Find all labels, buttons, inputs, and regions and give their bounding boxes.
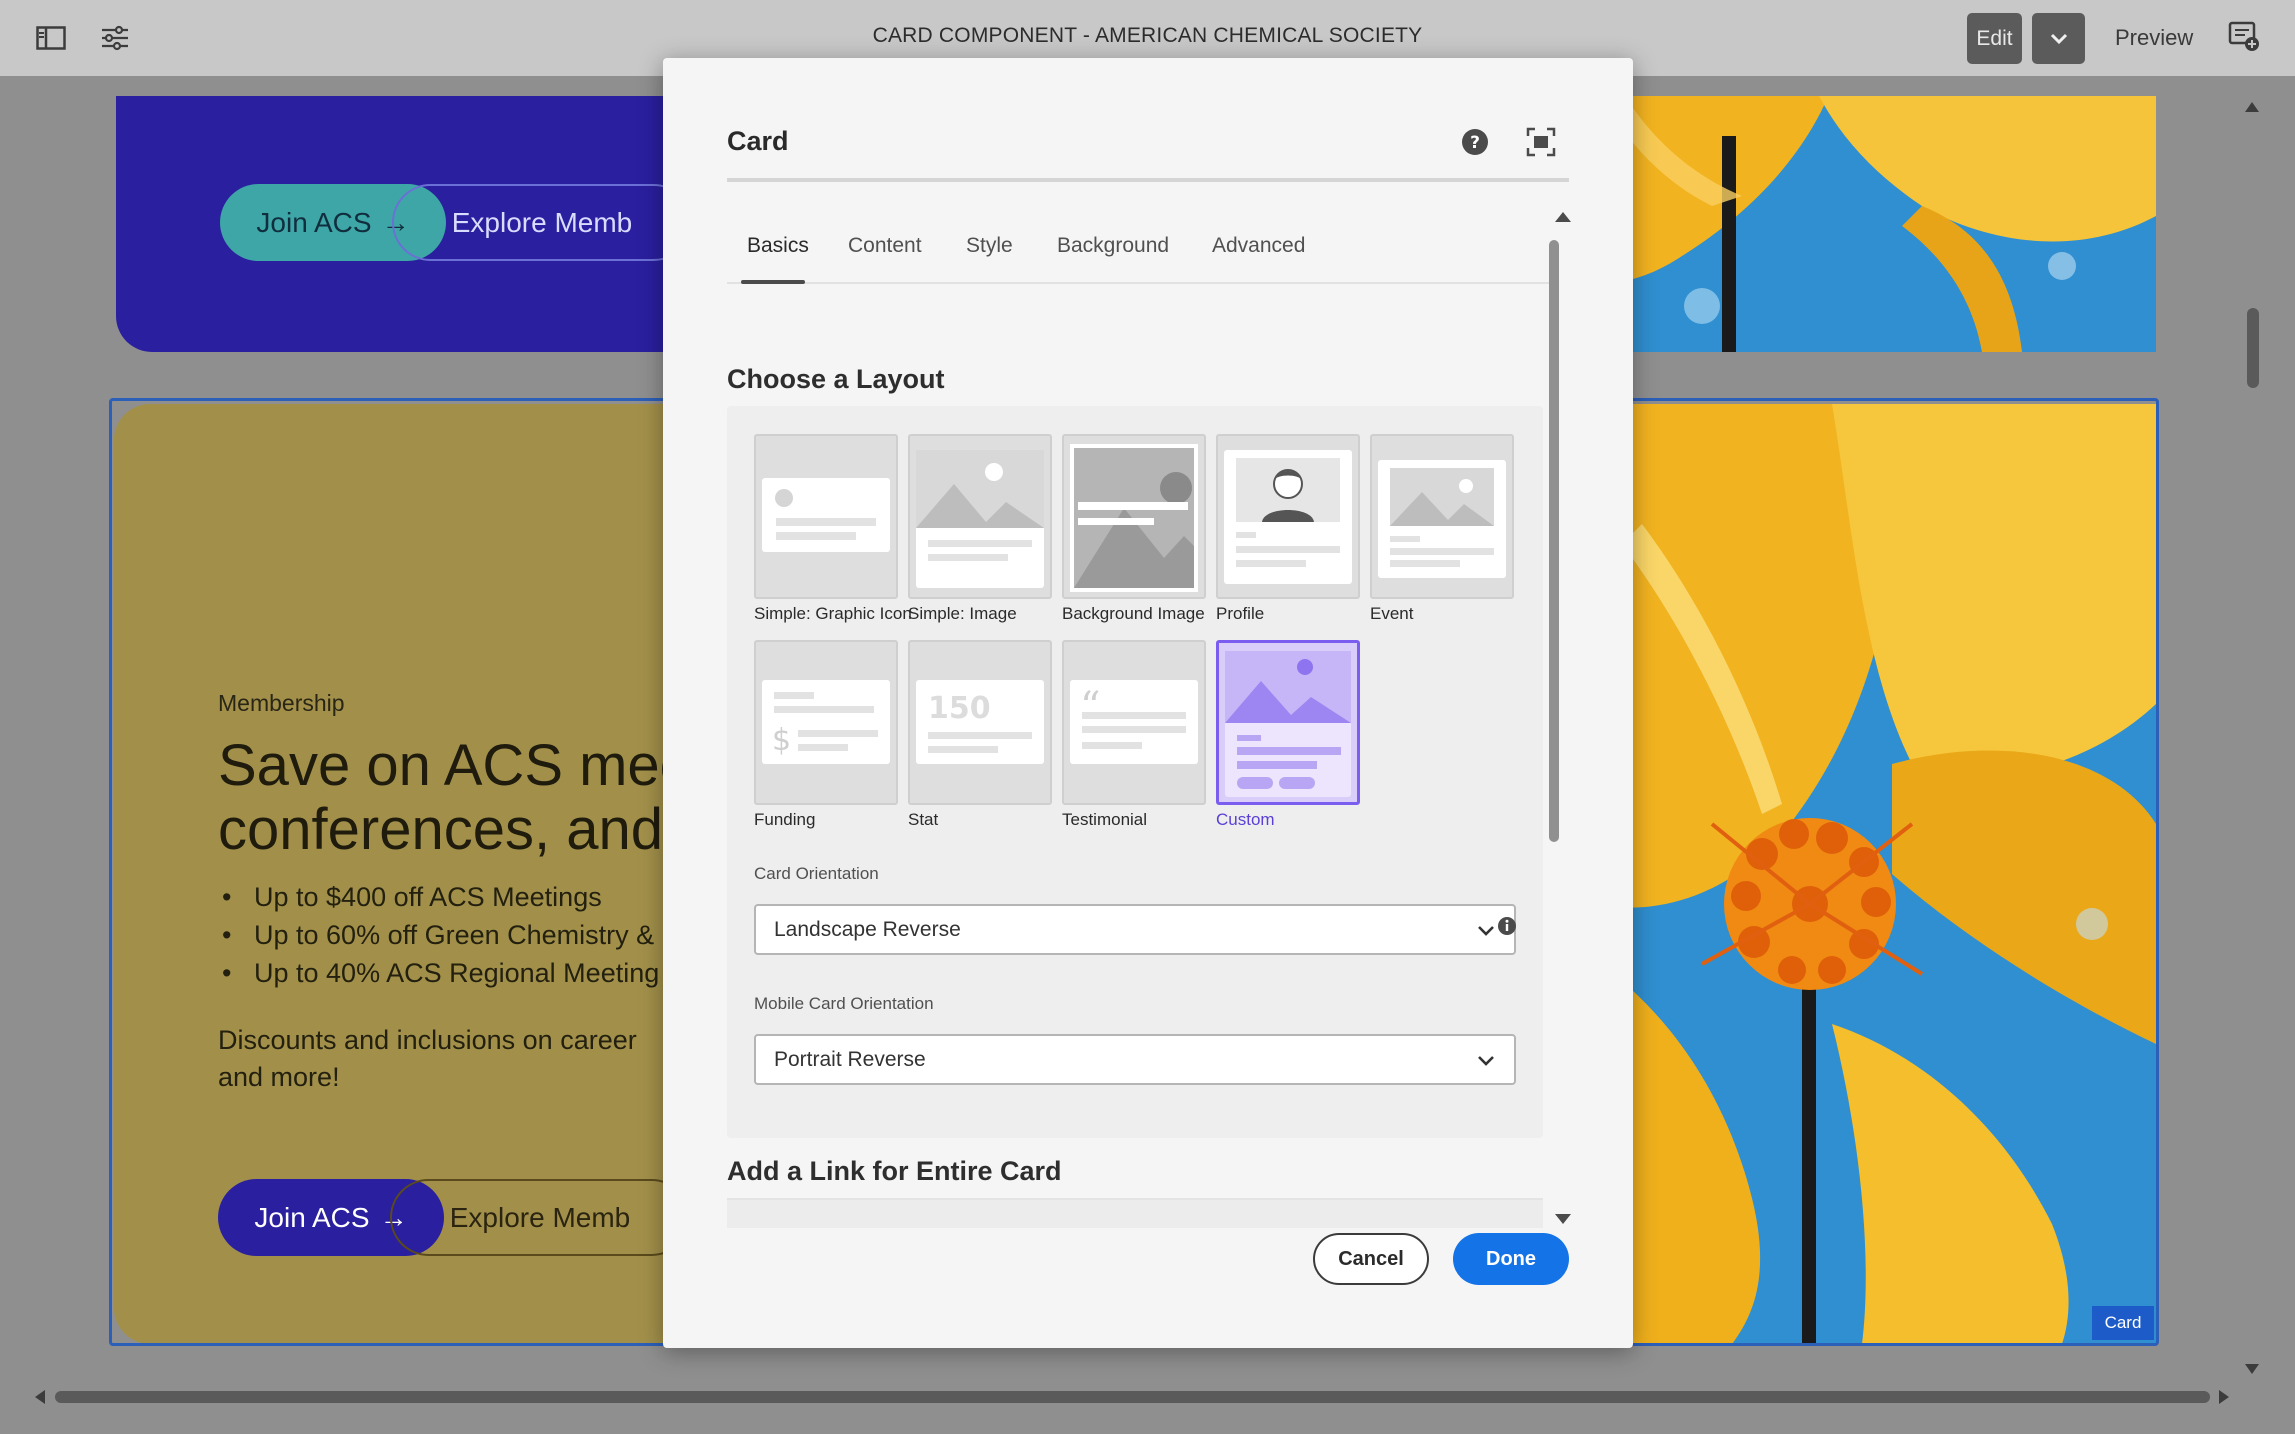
help-icon[interactable]: ? [1460,127,1490,157]
layout-option-testimonial[interactable]: “ [1062,640,1206,805]
layout-option-background-image[interactable] [1062,434,1206,599]
mobile-card-orientation-label: Mobile Card Orientation [754,994,934,1013]
flower-image-top [1542,96,2156,352]
component-type-badge: Card [2092,1306,2154,1340]
fullscreen-icon[interactable] [1526,127,1556,157]
dialog-title: Card [727,126,789,156]
layout-label: Event [1370,604,1414,623]
cancel-button[interactable]: Cancel [1313,1233,1429,1285]
chevron-down-icon [1478,1056,1494,1066]
active-tab-indicator [741,280,805,284]
layout-label: Testimonial [1062,810,1148,829]
dialog-scrollbar-thumb[interactable] [1549,240,1559,842]
link-section-heading: Add a Link for Entire Card [727,1156,1062,1186]
chevron-down-icon [2050,33,2067,44]
dialog-header-divider [727,178,1569,182]
link-section-panel [727,1198,1543,1228]
layout-label: Profile [1216,604,1265,623]
svg-text:“: “ [1080,684,1100,730]
layout-label: Simple: Image [908,604,1017,623]
layout-label-selected: Custom [1216,810,1275,829]
card-dialog: Card ? Basics Content Style Background A… [663,58,1633,1348]
preview-button[interactable]: Preview [2115,25,2193,51]
tab-basics[interactable]: Basics [747,234,809,272]
info-icon[interactable] [1497,916,1517,936]
tab-style[interactable]: Style [966,234,1013,272]
tabs-divider [727,282,1551,284]
card-orientation-label: Card Orientation [754,864,879,883]
page-horizontal-scrollbar[interactable] [27,1383,2237,1411]
layout-option-funding[interactable]: $ [754,640,898,805]
done-button[interactable]: Done [1453,1233,1569,1285]
layout-option-simple-graphic-icon[interactable] [754,434,898,599]
layout-label: Stat [908,810,939,829]
layout-option-event[interactable] [1370,434,1514,599]
page-title: CARD COMPONENT - AMERICAN CHEMICAL SOCIE… [872,24,1423,47]
svg-text:?: ? [1470,133,1480,153]
layout-option-profile[interactable] [1216,434,1360,599]
page-vertical-scrollbar[interactable] [2237,96,2267,1383]
card-orientation-select[interactable]: Landscape Reverse [754,904,1516,955]
layout-option-simple-image[interactable] [908,434,1052,599]
layout-option-stat[interactable]: 150 [908,640,1052,805]
layout-label: Simple: Graphic Icon [754,604,912,623]
annotations-icon[interactable] [2228,20,2262,54]
explore-membership-button[interactable]: Explore Memb [392,184,692,261]
tab-advanced[interactable]: Advanced [1212,234,1305,272]
chevron-down-icon [1478,926,1494,936]
tab-content[interactable]: Content [848,234,922,272]
layout-label: Funding [754,810,816,829]
mode-dropdown-button[interactable] [2032,13,2085,64]
choose-layout-heading: Choose a Layout [727,364,945,394]
layout-label: Background Image [1062,604,1205,623]
layout-option-custom[interactable] [1216,640,1360,805]
tab-background[interactable]: Background [1057,234,1169,272]
dialog-scroll-content: Choose a Layout Simple: Graphic Icon Sim… [727,298,1551,1228]
mobile-card-orientation-select[interactable]: Portrait Reverse [754,1034,1516,1085]
edit-mode-button[interactable]: Edit [1967,13,2022,64]
svg-text:$: $ [772,723,791,758]
svg-text:150: 150 [928,691,991,726]
